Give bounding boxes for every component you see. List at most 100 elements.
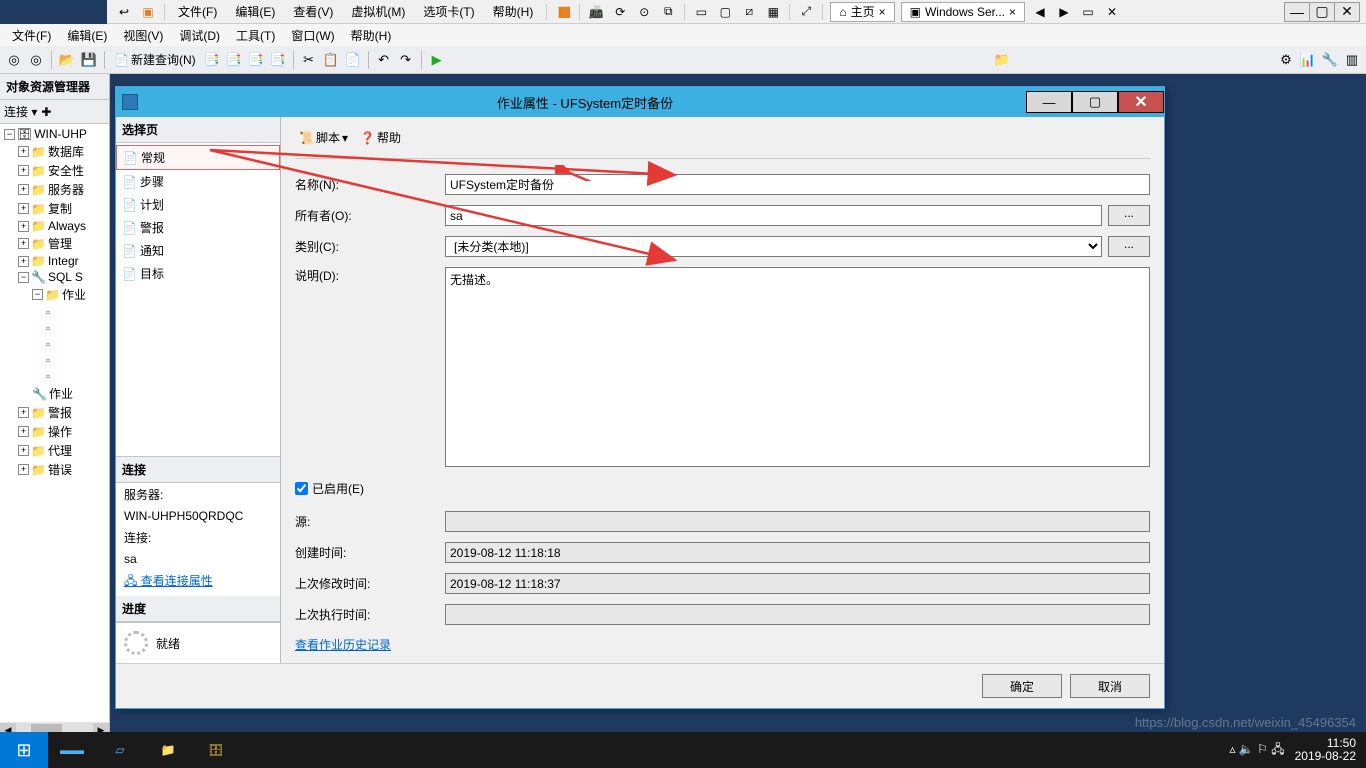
- undo-icon[interactable]: ↶: [374, 50, 394, 70]
- connect-dropdown[interactable]: 连接 ▾: [4, 103, 37, 120]
- collapse-icon[interactable]: −: [32, 289, 43, 300]
- nav-back-icon[interactable]: ◎: [4, 50, 24, 70]
- toolbar-icon[interactable]: ▭: [1079, 3, 1097, 21]
- toolbar-icon[interactable]: 🔧: [1320, 50, 1340, 70]
- taskview-button[interactable]: ▬▬: [48, 732, 96, 768]
- dialog-titlebar[interactable]: 作业属性 - UFSystem定时备份 — ▢ ✕: [116, 87, 1164, 117]
- tray-icons[interactable]: ▵ 🔈 ⚐ 🖧: [1230, 740, 1285, 761]
- page-notifications[interactable]: 📄通知: [116, 239, 280, 262]
- expand-icon[interactable]: +: [18, 221, 29, 232]
- toolbar-icon[interactable]: 📁: [992, 50, 1012, 70]
- page-targets[interactable]: 📄目标: [116, 262, 280, 285]
- view-history-link[interactable]: 查看作业历史记录: [295, 636, 1150, 653]
- save-icon[interactable]: 💾: [79, 50, 99, 70]
- execute-icon[interactable]: ▶: [427, 50, 447, 70]
- expand-icon[interactable]: +: [18, 426, 29, 437]
- pause-icon[interactable]: ▮▮: [554, 3, 572, 21]
- paste-icon[interactable]: 📄: [343, 50, 363, 70]
- dialog-close-button[interactable]: ✕: [1118, 91, 1164, 113]
- next-tab-icon[interactable]: ▶: [1055, 3, 1073, 21]
- expand-icon[interactable]: +: [18, 184, 29, 195]
- ssms-window[interactable]: 窗口(W): [283, 25, 342, 46]
- maximize-button[interactable]: ▢: [1309, 2, 1335, 22]
- toolbar-icon[interactable]: 📑: [246, 50, 266, 70]
- redo-icon[interactable]: ↷: [396, 50, 416, 70]
- ssms-view[interactable]: 视图(V): [115, 25, 171, 46]
- start-button[interactable]: ⊞: [0, 732, 48, 768]
- toolbar-icon[interactable]: ▥: [1342, 50, 1362, 70]
- vm-menu-tab[interactable]: 选项卡(T): [415, 1, 482, 22]
- toolbar-icon[interactable]: 📊: [1298, 50, 1318, 70]
- vm-menu-vm[interactable]: 虚拟机(M): [343, 1, 413, 22]
- expand-icon[interactable]: +: [18, 445, 29, 456]
- toolbar-icon[interactable]: ⧉: [659, 3, 677, 21]
- page-schedule[interactable]: 📄计划: [116, 193, 280, 216]
- help-button[interactable]: ❓ 帮助: [356, 127, 405, 148]
- cut-icon[interactable]: ✂: [299, 50, 319, 70]
- script-button[interactable]: 📜 脚本 ▾: [295, 127, 352, 148]
- category-select[interactable]: [未分类(本地)]: [445, 236, 1102, 257]
- toolbar-icon[interactable]: 📠: [587, 3, 605, 21]
- expand-icon[interactable]: +: [18, 203, 29, 214]
- toolbar-icon[interactable]: ✕: [1103, 3, 1121, 21]
- owner-browse-button[interactable]: ...: [1108, 205, 1150, 226]
- ssms-edit[interactable]: 编辑(E): [59, 25, 115, 46]
- toolbar-icon[interactable]: ⚙: [1276, 50, 1296, 70]
- layout-icon[interactable]: ⧄: [740, 3, 758, 21]
- expand-icon[interactable]: +: [18, 238, 29, 249]
- page-alerts[interactable]: 📄警报: [116, 216, 280, 239]
- dialog-maximize-button[interactable]: ▢: [1072, 91, 1118, 113]
- toolbar-icon[interactable]: ✚: [41, 105, 51, 119]
- ssms-file[interactable]: 文件(F): [4, 25, 59, 46]
- dialog-minimize-button[interactable]: —: [1026, 91, 1072, 113]
- vm-menu-view[interactable]: 查看(V): [285, 1, 341, 22]
- vm-menu-edit[interactable]: 编辑(E): [227, 1, 283, 22]
- nav-fwd-icon[interactable]: ◎: [26, 50, 46, 70]
- new-query-button[interactable]: 📄 新建查询(N): [110, 49, 200, 70]
- ok-button[interactable]: 确定: [982, 674, 1062, 698]
- layout-icon[interactable]: ▦: [764, 3, 782, 21]
- layout-icon[interactable]: ▭: [692, 3, 710, 21]
- close-button[interactable]: ✕: [1334, 2, 1360, 22]
- collapse-icon[interactable]: −: [18, 272, 29, 283]
- enabled-checkbox[interactable]: 已启用(E): [295, 480, 364, 497]
- expand-icon[interactable]: +: [18, 464, 29, 475]
- vm-menu-file[interactable]: 文件(F): [170, 1, 225, 22]
- collapse-icon[interactable]: −: [4, 129, 15, 140]
- toolbar-icon[interactable]: 📑: [202, 50, 222, 70]
- back-icon[interactable]: ↩: [115, 3, 133, 21]
- toolbar-icon[interactable]: 📑: [268, 50, 288, 70]
- windows-server-tab[interactable]: ▣ Windows Ser... ×: [901, 2, 1025, 22]
- view-connection-link[interactable]: 🖧 查看连接属性: [116, 569, 221, 596]
- expand-icon[interactable]: +: [18, 407, 29, 418]
- vm-icon[interactable]: ▣: [139, 3, 157, 21]
- cancel-button[interactable]: 取消: [1070, 674, 1150, 698]
- category-browse-button[interactable]: ...: [1108, 236, 1150, 257]
- prev-tab-icon[interactable]: ◀: [1031, 3, 1049, 21]
- minimize-button[interactable]: —: [1284, 2, 1310, 22]
- explorer-taskbar-icon[interactable]: 📁: [144, 732, 192, 768]
- open-icon[interactable]: 📂: [57, 50, 77, 70]
- expand-icon[interactable]: +: [18, 146, 29, 157]
- description-textarea[interactable]: 无描述。: [445, 267, 1150, 467]
- toolbar-icon[interactable]: ⟳: [611, 3, 629, 21]
- name-input[interactable]: [445, 174, 1150, 195]
- toolbar-icon[interactable]: ⊙: [635, 3, 653, 21]
- system-tray[interactable]: ▵ 🔈 ⚐ 🖧 11:50 2019-08-22: [1220, 737, 1366, 763]
- home-tab[interactable]: ⌂ 主页 ×: [830, 2, 894, 22]
- object-tree[interactable]: −🗄 WIN-UHP +📁 数据库 +📁 安全性 +📁 服务器 +📁 复制 +📁…: [0, 124, 109, 481]
- page-steps[interactable]: 📄步骤: [116, 170, 280, 193]
- owner-input[interactable]: [445, 205, 1102, 226]
- toolbar-icon[interactable]: ⤢: [797, 3, 815, 21]
- expand-icon[interactable]: +: [18, 256, 29, 267]
- ssms-help[interactable]: 帮助(H): [343, 25, 400, 46]
- ssms-debug[interactable]: 调试(D): [171, 25, 228, 46]
- copy-icon[interactable]: 📋: [321, 50, 341, 70]
- toolbar-icon[interactable]: 📑: [224, 50, 244, 70]
- ssms-tools[interactable]: 工具(T): [228, 25, 283, 46]
- page-general[interactable]: 📄常规: [116, 145, 280, 170]
- layout-icon[interactable]: ▢: [716, 3, 734, 21]
- powershell-taskbar-icon[interactable]: ▱: [96, 732, 144, 768]
- expand-icon[interactable]: +: [18, 165, 29, 176]
- vm-menu-help[interactable]: 帮助(H): [485, 1, 542, 22]
